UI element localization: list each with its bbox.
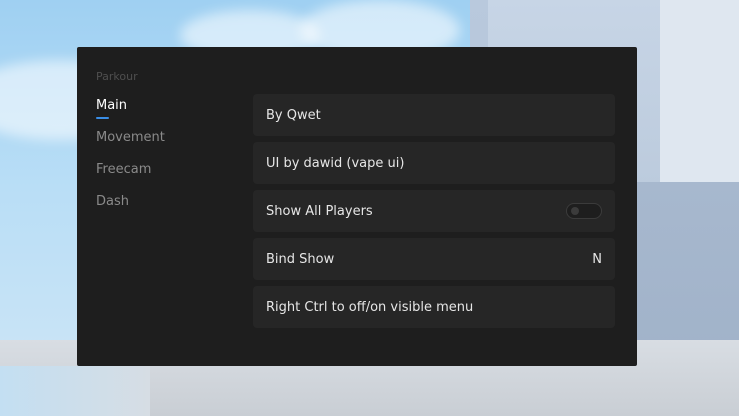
bind-show-row[interactable]: Bind Show N: [253, 238, 615, 280]
label-row: By Qwet: [253, 94, 615, 136]
label-row: UI by dawid (vape ui): [253, 142, 615, 184]
wall-pillar: [660, 0, 739, 185]
row-label: UI by dawid (vape ui): [266, 155, 405, 171]
sidebar-item-label: Freecam: [96, 162, 152, 177]
sidebar-item-label: Main: [96, 98, 128, 113]
floor: [0, 366, 150, 416]
sidebar-item-label: Dash: [96, 194, 129, 209]
row-label: Right Ctrl to off/on visible menu: [266, 299, 474, 315]
sidebar-item-movement[interactable]: Movement: [96, 129, 236, 161]
sidebar-item-label: Movement: [96, 130, 165, 145]
sidebar-item-main[interactable]: Main: [96, 97, 236, 129]
main-content: By Qwet UI by dawid (vape ui) Show All P…: [253, 94, 615, 334]
show-all-players-row[interactable]: Show All Players: [253, 190, 615, 232]
row-label: Bind Show: [266, 251, 335, 267]
show-all-players-toggle[interactable]: [566, 203, 602, 219]
menu-panel: Parkour Main Movement Freecam Dash By Qw…: [77, 47, 637, 366]
game-viewport: Parkour Main Movement Freecam Dash By Qw…: [0, 0, 739, 416]
row-label: By Qwet: [266, 107, 321, 123]
sidebar: Parkour Main Movement Freecam Dash: [96, 69, 236, 225]
sidebar-item-freecam[interactable]: Freecam: [96, 161, 236, 193]
section-title: Parkour: [96, 70, 138, 83]
label-row: Right Ctrl to off/on visible menu: [253, 286, 615, 328]
keybind-value[interactable]: N: [592, 252, 602, 267]
active-tab-indicator: [96, 117, 109, 119]
row-label: Show All Players: [266, 203, 373, 219]
sidebar-item-dash[interactable]: Dash: [96, 193, 236, 225]
toggle-knob: [571, 207, 579, 215]
